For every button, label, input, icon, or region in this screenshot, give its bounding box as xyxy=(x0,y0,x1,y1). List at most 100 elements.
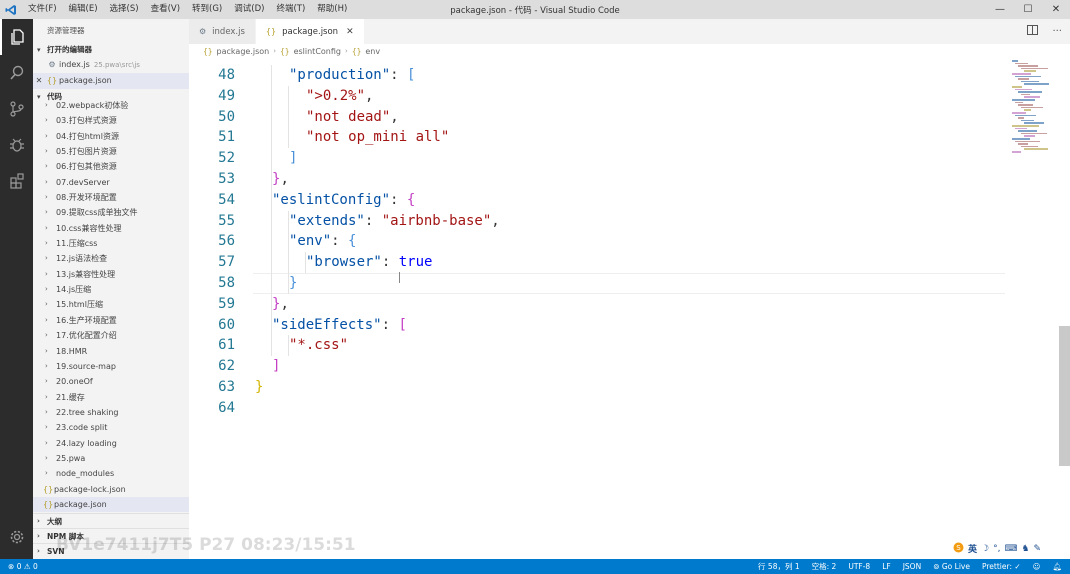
code-line[interactable]: 56 "env": { xyxy=(189,231,1009,252)
code-line[interactable]: 52] xyxy=(189,148,1009,169)
menu-item-0[interactable]: 文件(F) xyxy=(22,0,63,19)
vertical-scrollbar[interactable] xyxy=(1059,326,1070,466)
open-editors-header[interactable]: ▾ 打开的编辑器 xyxy=(33,43,189,57)
folder-item[interactable]: › 15.html压缩 xyxy=(33,297,189,312)
close-button[interactable]: ✕ xyxy=(1042,0,1070,19)
code-editor[interactable]: 48 "production": [49 ">0.2%", 50 "not dead",… xyxy=(189,58,1070,559)
menu-item-6[interactable]: 终端(T) xyxy=(270,0,311,19)
prettier-status[interactable]: Prettier: ✓ xyxy=(982,562,1021,571)
folder-item[interactable]: › 05.打包图片资源 xyxy=(33,144,189,159)
close-icon[interactable]: ✕ xyxy=(33,73,45,89)
folder-item[interactable]: › 06.打包其他资源 xyxy=(33,159,189,174)
chevron-right-icon: › xyxy=(45,147,48,156)
shirt-icon[interactable]: ♞ xyxy=(1021,544,1029,554)
breadcrumb-item[interactable]: eslintConfig xyxy=(294,47,341,56)
debug-icon[interactable] xyxy=(0,127,33,163)
wrench-icon[interactable]: ✎ xyxy=(1034,544,1042,554)
bell-icon[interactable]: 🔔︎ xyxy=(1052,562,1062,571)
folder-item[interactable]: › 07.devServer xyxy=(33,175,189,190)
folder-item[interactable]: › 24.lazy loading xyxy=(33,436,189,451)
code-line[interactable]: 51 "not op_mini all" xyxy=(189,127,1009,148)
open-editor-item[interactable]: ⚙ index.js 25.pwa\src\js xyxy=(33,57,189,73)
close-icon[interactable]: ✕ xyxy=(346,27,354,37)
punctuation-icon[interactable]: °, xyxy=(993,544,1000,554)
keyboard-icon[interactable]: ⌨ xyxy=(1004,544,1017,554)
folder-item[interactable]: › 11.压缩css xyxy=(33,236,189,251)
folder-item[interactable]: › 10.css兼容性处理 xyxy=(33,221,189,236)
extensions-icon[interactable] xyxy=(0,163,33,199)
menu-item-7[interactable]: 帮助(H) xyxy=(311,0,353,19)
code-line[interactable]: 59}, xyxy=(189,294,1009,315)
ime-mode-label[interactable]: 英 xyxy=(968,542,977,555)
code-line[interactable]: 53}, xyxy=(189,169,1009,190)
menu-item-2[interactable]: 选择(S) xyxy=(104,0,145,19)
folder-item[interactable]: › 21.缓存 xyxy=(33,390,189,405)
video-watermark: BV1e7411j7T5 P27 08:23/15:51 xyxy=(56,535,356,555)
folder-item[interactable]: › 08.开发环境配置 xyxy=(33,190,189,205)
encoding[interactable]: UTF-8 xyxy=(848,562,870,571)
folder-item[interactable]: › node_modules xyxy=(33,466,189,481)
sidebar-section-0[interactable]: › 大纲 xyxy=(33,513,189,528)
tab-package-json[interactable]: {} package.json ✕ xyxy=(255,19,365,44)
folder-item[interactable]: › 12.js语法检查 xyxy=(33,251,189,266)
source-control-icon[interactable] xyxy=(0,91,33,127)
more-actions-icon[interactable]: ··· xyxy=(1052,26,1062,37)
maximize-button[interactable]: ☐ xyxy=(1014,0,1042,19)
code-line[interactable]: 48 "production": [ xyxy=(189,65,1009,86)
breadcrumb-item[interactable]: env xyxy=(365,47,380,56)
folder-item[interactable]: › 22.tree shaking xyxy=(33,405,189,420)
tab-index-js[interactable]: ⚙ index.js xyxy=(189,19,256,44)
folder-item[interactable]: › 19.source-map xyxy=(33,359,189,374)
code-line[interactable]: 63} xyxy=(189,377,1009,398)
folder-item[interactable]: › 17.优化配置介绍 xyxy=(33,328,189,343)
folder-item[interactable]: › 23.code split xyxy=(33,420,189,435)
file-item[interactable]: {} package-lock.json xyxy=(33,482,189,497)
folder-item[interactable]: › 25.pwa xyxy=(33,451,189,466)
minimap[interactable] xyxy=(1009,58,1059,158)
folder-item[interactable]: › 04.打包html资源 xyxy=(33,129,189,144)
moon-icon[interactable]: ☽ xyxy=(981,544,989,554)
folder-item[interactable]: › 16.生产环境配置 xyxy=(33,313,189,328)
code-line[interactable]: 55 "extends": "airbnb-base", xyxy=(189,211,1009,232)
folder-item[interactable]: › 02.webpack初体验 xyxy=(33,98,189,113)
folder-item[interactable]: › 20.oneOf xyxy=(33,374,189,389)
code-line[interactable]: 57 "browser": true xyxy=(189,252,1009,273)
code-line[interactable]: 60 "sideEffects": [ xyxy=(189,315,1009,336)
code-line[interactable]: 61 "*.css" xyxy=(189,335,1009,356)
breadcrumb-item[interactable]: package.json xyxy=(217,47,270,56)
file-item[interactable]: {} package.json xyxy=(33,496,189,513)
cursor-position[interactable]: 行 58，列 1 xyxy=(758,561,800,572)
minimap-line xyxy=(1024,135,1035,137)
folder-item[interactable]: › 03.打包样式资源 xyxy=(33,113,189,128)
chevron-right-icon: › xyxy=(45,162,48,171)
menu-item-5[interactable]: 调试(D) xyxy=(228,0,270,19)
minimap-line xyxy=(1018,130,1037,132)
minimize-button[interactable]: — xyxy=(986,0,1014,19)
folder-item[interactable]: › 09.提取css成单独文件 xyxy=(33,205,189,220)
folder-item[interactable]: › 18.HMR xyxy=(33,344,189,359)
menu-item-4[interactable]: 转到(G) xyxy=(186,0,228,19)
errors-indicator[interactable]: ⊗ 0 ⚠ 0 xyxy=(8,562,38,571)
go-live-button[interactable]: ⊚ Go Live xyxy=(933,562,970,571)
end-of-line[interactable]: LF xyxy=(882,562,891,571)
code-line[interactable]: 54 "eslintConfig": { xyxy=(189,190,1009,211)
code-line[interactable]: 62] xyxy=(189,356,1009,377)
menu-item-1[interactable]: 编辑(E) xyxy=(63,0,104,19)
code-line[interactable]: 49 ">0.2%", xyxy=(189,86,1009,107)
folder-item[interactable]: › 14.js压缩 xyxy=(33,282,189,297)
language-mode[interactable]: JSON xyxy=(903,562,922,571)
smiley-icon[interactable]: ☺ xyxy=(1033,562,1041,571)
code-line[interactable]: 50 "not dead", xyxy=(189,107,1009,128)
menu-item-3[interactable]: 查看(V) xyxy=(145,0,186,19)
settings-gear-icon[interactable] xyxy=(0,519,33,555)
code-line[interactable]: 64 xyxy=(189,398,1009,419)
search-icon[interactable] xyxy=(0,55,33,91)
split-editor-icon[interactable] xyxy=(1027,25,1039,38)
files-icon[interactable] xyxy=(0,19,33,55)
file-tree: › 02.webpack初体验 › 03.打包样式资源 › 04.打包html资源 › 05.… xyxy=(33,98,189,513)
indentation[interactable]: 空格: 2 xyxy=(812,561,837,572)
folder-item[interactable]: › 13.js兼容性处理 xyxy=(33,267,189,282)
code-line[interactable]: 58} xyxy=(189,273,1009,294)
ime-logo-icon[interactable]: S xyxy=(953,542,964,556)
open-editor-item[interactable]: ✕{} package.json xyxy=(33,73,189,89)
